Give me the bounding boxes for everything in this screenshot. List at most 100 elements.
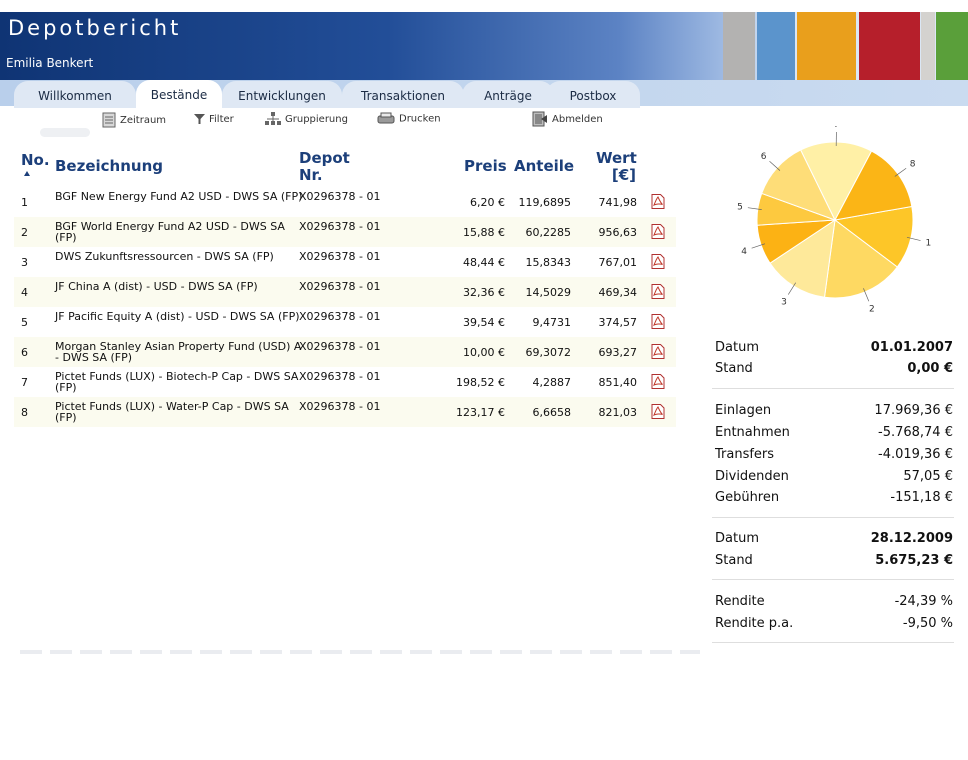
cell-anteile: 119,6895 <box>518 196 572 209</box>
start-stand-value: 0,00 € <box>907 361 953 376</box>
table-row[interactable]: 5 JF Pacific Equity A (dist) - USD - DWS… <box>14 307 676 337</box>
cell-wert: 851,40 <box>598 376 638 389</box>
col-header-depot[interactable]: Depot Nr. <box>299 150 350 184</box>
cell-depot: X0296378 - 01 <box>299 400 381 413</box>
tab-postbox[interactable]: Postbox <box>546 81 640 108</box>
table-row[interactable]: 3 DWS Zukunftsressourcen - DWS SA (FP) X… <box>14 247 676 277</box>
calendar-icon <box>102 112 116 128</box>
tab-label: Willkommen <box>38 89 112 103</box>
cell-no: 7 <box>21 376 28 389</box>
flow-label: Dividenden <box>715 469 789 484</box>
col-header-depot-line2: Nr. <box>299 166 323 184</box>
filter-button[interactable]: Filter <box>194 114 234 125</box>
pdf-icon[interactable] <box>651 404 665 419</box>
user-name: Emilia Benkert <box>6 56 94 70</box>
tab-entwicklungen[interactable]: Entwicklungen <box>222 81 342 108</box>
filter-label: Filter <box>209 114 234 125</box>
col-header-anteile[interactable]: Anteile <box>514 158 574 175</box>
cell-name: JF Pacific Equity A (dist) - USD - DWS S… <box>55 310 300 323</box>
tab-label: Entwicklungen <box>238 89 326 103</box>
cell-anteile: 14,5029 <box>525 286 572 299</box>
pdf-icon[interactable] <box>651 224 665 239</box>
color-block-lightgrey <box>921 12 935 80</box>
col-header-depot-line1: Depot <box>299 149 350 167</box>
cell-wert: 469,34 <box>598 286 638 299</box>
pdf-icon[interactable] <box>651 194 665 209</box>
col-header-wert[interactable]: Wert [€] <box>596 149 637 184</box>
flow-label: Transfers <box>715 447 775 462</box>
table-row[interactable]: 4 JF China A (dist) - USD - DWS SA (FP) … <box>14 277 676 307</box>
rendite-label: Rendite <box>715 594 765 609</box>
cell-preis: 32,36 € <box>463 286 505 299</box>
cell-no: 6 <box>21 346 28 359</box>
table-row[interactable]: 6 Morgan Stanley Asian Property Fund (US… <box>14 337 676 367</box>
drucken-button[interactable]: Drucken <box>377 112 441 125</box>
cell-depot: X0296378 - 01 <box>299 190 381 203</box>
pdf-icon[interactable] <box>651 254 665 269</box>
cell-preis: 10,00 € <box>463 346 505 359</box>
cell-name: Morgan Stanley Asian Property Fund (USD)… <box>55 340 302 364</box>
cell-anteile: 60,2285 <box>525 226 572 239</box>
pdf-icon[interactable] <box>651 314 665 329</box>
cell-depot: X0296378 - 01 <box>299 370 381 383</box>
cell-wert: 374,57 <box>598 316 638 329</box>
end-stand-value: 5.675,23 € <box>875 553 953 568</box>
color-block-orange <box>797 12 856 80</box>
pie-chart-svg: 1 2 3 4 5 6 7 8 <box>737 120 931 315</box>
hierarchy-icon <box>265 112 281 125</box>
zeitraum-button[interactable]: Zeitraum <box>102 112 166 128</box>
cell-anteile: 4,2887 <box>532 376 572 389</box>
cell-depot: X0296378 - 01 <box>299 340 381 353</box>
flow-label: Einlagen <box>715 403 772 418</box>
cell-name: JF China A (dist) - USD - DWS SA (FP) <box>55 280 258 293</box>
cell-name: Pictet Funds (LUX) - Biotech-P Cap - DWS… <box>55 370 299 394</box>
cell-preis: 198,52 € <box>456 376 505 389</box>
pdf-icon[interactable] <box>651 284 665 299</box>
sort-asc-icon <box>24 171 30 176</box>
cell-no: 1 <box>21 196 28 209</box>
gruppierung-label: Gruppierung <box>285 114 348 125</box>
rendite-pa-value: -9,50 % <box>902 616 953 631</box>
start-datum-label: Datum <box>715 340 759 355</box>
pdf-icon[interactable] <box>651 344 665 359</box>
col-header-preis[interactable]: Preis <box>464 158 507 175</box>
cell-wert: 693,27 <box>598 346 638 359</box>
abmelden-button[interactable]: Abmelden <box>532 111 603 127</box>
cell-preis: 48,44 € <box>463 256 505 269</box>
flow-value: -5.768,74 € <box>878 425 953 440</box>
gruppierung-button[interactable]: Gruppierung <box>265 112 348 126</box>
rendite-value: -24,39 % <box>894 594 953 609</box>
cell-name: BGF New Energy Fund A2 USD - DWS SA (FP) <box>55 190 303 203</box>
portfolio-pie-chart: 1 2 3 4 5 6 7 8 <box>730 120 940 316</box>
tab-label: Bestände <box>150 88 208 102</box>
page-title: Depotbericht <box>8 16 182 40</box>
zeitraum-label: Zeitraum <box>120 115 167 126</box>
cell-name: Pictet Funds (LUX) - Water-P Cap - DWS S… <box>55 400 289 424</box>
cell-name: BGF World Energy Fund A2 USD - DWS SA (F… <box>55 220 285 244</box>
cell-no: 8 <box>21 406 28 419</box>
col-header-name[interactable]: Bezeichnung <box>55 158 163 175</box>
tab-willkommen[interactable]: Willkommen <box>14 81 136 108</box>
tab-transaktionen[interactable]: Transaktionen <box>342 81 464 108</box>
tab-bestaende[interactable]: Bestände <box>136 80 222 108</box>
pie-slice-label: 4 <box>741 247 747 257</box>
table-row[interactable]: 1 BGF New Energy Fund A2 USD - DWS SA (F… <box>14 187 676 217</box>
table-row[interactable]: 8 Pictet Funds (LUX) - Water-P Cap - DWS… <box>14 397 676 427</box>
tab-label: Transaktionen <box>361 89 445 103</box>
pie-slice-label: 3 <box>781 297 787 307</box>
divider <box>712 388 954 389</box>
filter-icon <box>194 114 205 124</box>
col-header-wert-line1: Wert <box>596 149 637 167</box>
cell-anteile: 9,4731 <box>532 316 572 329</box>
cell-preis: 15,88 € <box>463 226 505 239</box>
cell-anteile: 69,3072 <box>525 346 572 359</box>
pie-slice-label: 5 <box>737 203 743 213</box>
pdf-icon[interactable] <box>651 374 665 389</box>
tab-antraege[interactable]: Anträge <box>462 81 554 108</box>
cell-no: 5 <box>21 316 28 329</box>
flow-label: Gebühren <box>715 490 780 505</box>
col-header-no[interactable]: No. <box>21 152 50 169</box>
flow-label: Entnahmen <box>715 425 790 440</box>
table-row[interactable]: 2 BGF World Energy Fund A2 USD - DWS SA … <box>14 217 676 247</box>
table-row[interactable]: 7 Pictet Funds (LUX) - Biotech-P Cap - D… <box>14 367 676 397</box>
